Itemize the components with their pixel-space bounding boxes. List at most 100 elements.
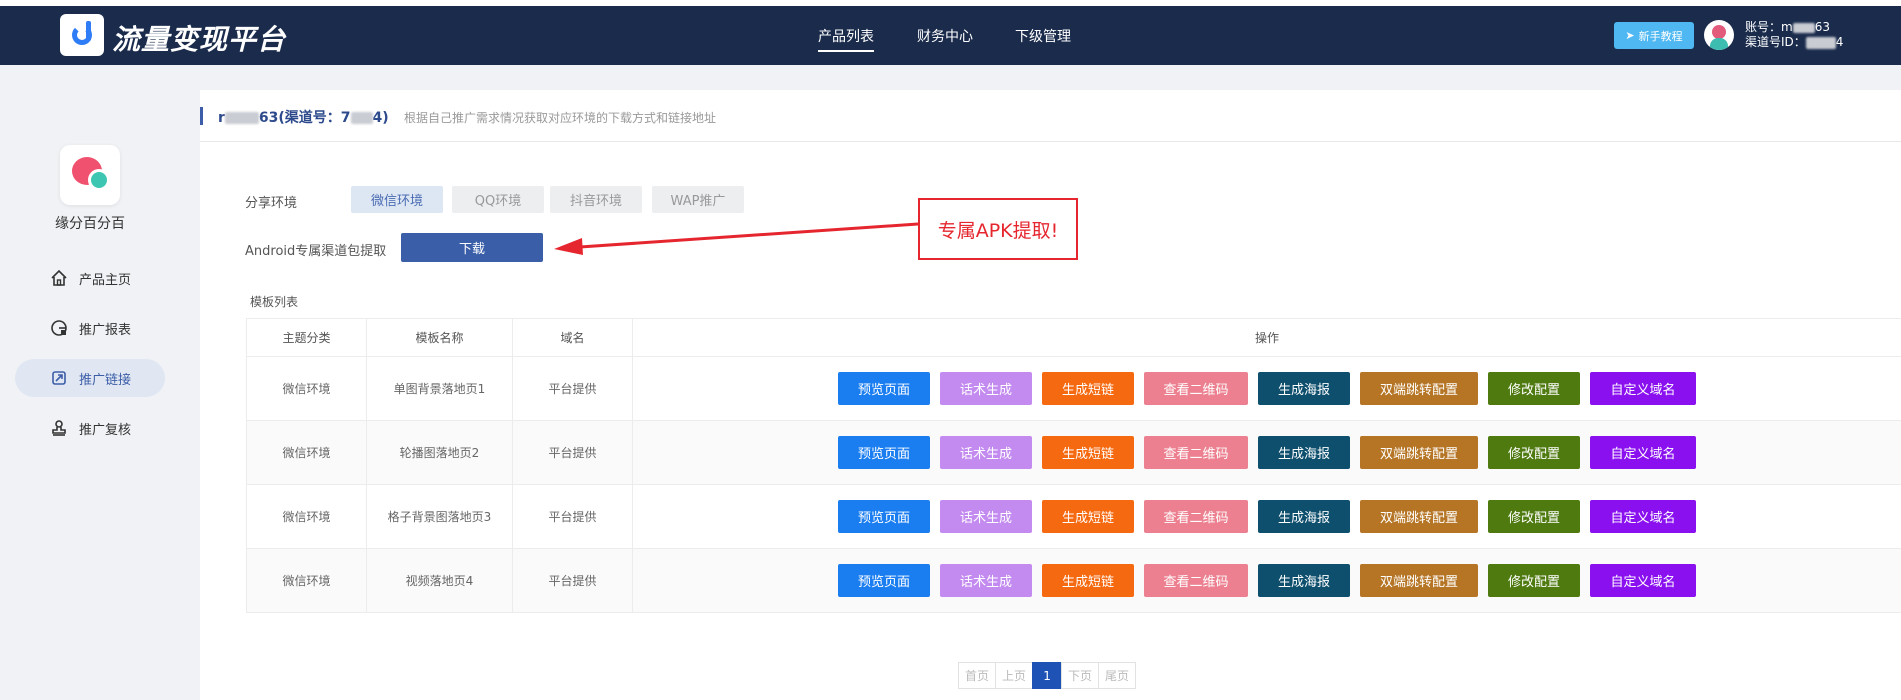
dual-jump-config-button[interactable]: 双端跳转配置 — [1360, 500, 1478, 533]
preview-page-button[interactable]: 预览页面 — [838, 564, 930, 597]
android-package-label: Android专属渠道包提取 — [245, 244, 387, 259]
table-row: 微信环境 格子背景图落地页3 平台提供 预览页面 话术生成 生成短链 查看二维码 生成海报 双端… — [246, 484, 1901, 549]
cell-domain: 平台提供 — [512, 548, 633, 613]
preview-page-button[interactable]: 预览页面 — [838, 372, 930, 405]
main-panel: r 63(渠道号：7 4) 根据自己推广需求情况获取对应环境的下载方式和链接地址 分… — [200, 90, 1901, 700]
cell-template-name: 单图背景落地页1 — [366, 356, 513, 421]
avatar[interactable] — [1704, 20, 1734, 50]
account-info: 账号：m 63 渠道号ID： 4 — [1745, 20, 1843, 50]
channel-label: 渠道号ID： — [1745, 35, 1806, 49]
poster-button[interactable]: 生成海报 — [1258, 372, 1350, 405]
page-first[interactable]: 首页 — [958, 662, 997, 689]
tab-wechat-env[interactable]: 微信环境 — [351, 186, 443, 213]
short-link-button[interactable]: 生成短链 — [1042, 372, 1134, 405]
script-generate-button[interactable]: 话术生成 — [940, 372, 1032, 405]
sidebar-item-product-home[interactable]: 产品主页 — [15, 259, 165, 297]
account-suffix: 63 — [1814, 20, 1830, 34]
short-link-button[interactable]: 生成短链 — [1042, 436, 1134, 469]
page-last[interactable]: 尾页 — [1098, 662, 1137, 689]
masked-channel — [1805, 36, 1836, 49]
masked-name — [224, 112, 259, 124]
table-header-row: 主题分类 模板名称 域名 操作 — [246, 318, 1901, 357]
dual-jump-config-button[interactable]: 双端跳转配置 — [1360, 564, 1478, 597]
title-prefix: r — [218, 110, 225, 126]
table-row: 微信环境 单图背景落地页1 平台提供 预览页面 话术生成 生成短链 查看二维码 生成海报 双端跳… — [246, 356, 1901, 421]
edit-config-button[interactable]: 修改配置 — [1488, 564, 1580, 597]
tab-wap-promo[interactable]: WAP推广 — [652, 186, 744, 213]
cell-actions: 预览页面 话术生成 生成短链 查看二维码 生成海报 双端跳转配置 修改配置 自定义域名 — [632, 548, 1901, 613]
tab-qq-env[interactable]: QQ环境 — [452, 186, 544, 213]
qr-code-button[interactable]: 查看二维码 — [1144, 372, 1248, 405]
title-mid: 63(渠道号：7 — [258, 110, 351, 126]
page-description: 根据自己推广需求情况获取对应环境的下载方式和链接地址 — [404, 111, 717, 125]
cell-actions: 预览页面 话术生成 生成短链 查看二维码 生成海报 双端跳转配置 修改配置 自定义域名 — [632, 420, 1901, 485]
qr-code-button[interactable]: 查看二维码 — [1144, 436, 1248, 469]
custom-domain-button[interactable]: 自定义域名 — [1590, 564, 1696, 597]
dual-jump-config-button[interactable]: 双端跳转配置 — [1360, 372, 1478, 405]
table-row: 微信环境 视频落地页4 平台提供 预览页面 话术生成 生成短链 查看二维码 生成海报 双端跳转配… — [246, 548, 1901, 613]
report-icon — [49, 318, 69, 338]
cell-actions: 预览页面 话术生成 生成短链 查看二维码 生成海报 双端跳转配置 修改配置 自定义域名 — [632, 484, 1901, 549]
poster-button[interactable]: 生成海报 — [1258, 564, 1350, 597]
app-logo[interactable] — [60, 14, 104, 56]
page-current[interactable]: 1 — [1032, 662, 1063, 689]
qr-code-button[interactable]: 查看二维码 — [1144, 564, 1248, 597]
cell-domain: 平台提供 — [512, 484, 633, 549]
channel-suffix: 4 — [1835, 35, 1844, 49]
short-link-button[interactable]: 生成短链 — [1042, 564, 1134, 597]
tab-douyin-env[interactable]: 抖音环境 — [550, 186, 642, 213]
cell-template-name: 轮播图落地页2 — [366, 420, 513, 485]
table-row: 微信环境 轮播图落地页2 平台提供 预览页面 话术生成 生成短链 查看二维码 生成海报 双端跳转… — [246, 420, 1901, 485]
preview-page-button[interactable]: 预览页面 — [838, 500, 930, 533]
sidebar-item-label: 产品主页 — [79, 272, 132, 288]
tutorial-button[interactable]: ➤ 新手教程 — [1614, 22, 1694, 49]
send-icon: ➤ — [1625, 29, 1635, 42]
custom-domain-button[interactable]: 自定义域名 — [1590, 372, 1696, 405]
title-suffix: 4) — [372, 110, 389, 126]
sidebar: 缘分百分百 产品主页 推广报表 推广链接 推广复核 — [0, 70, 200, 700]
page-title: r 63(渠道号：7 4) — [218, 107, 389, 127]
script-generate-button[interactable]: 话术生成 — [940, 436, 1032, 469]
preview-page-button[interactable]: 预览页面 — [838, 436, 930, 469]
poster-button[interactable]: 生成海报 — [1258, 500, 1350, 533]
nav-product-list[interactable]: 产品列表 — [818, 26, 874, 52]
download-button[interactable]: 下载 — [401, 233, 543, 262]
cell-category: 微信环境 — [246, 484, 367, 549]
sidebar-item-promo-link[interactable]: 推广链接 — [15, 359, 165, 397]
masked-account — [1792, 22, 1815, 33]
edit-config-button[interactable]: 修改配置 — [1488, 436, 1580, 469]
sidebar-item-label: 推广链接 — [79, 372, 132, 388]
cell-category: 微信环境 — [246, 548, 367, 613]
dual-jump-config-button[interactable]: 双端跳转配置 — [1360, 436, 1478, 469]
annotation-box: 专属APK提取! — [918, 198, 1078, 260]
edit-config-button[interactable]: 修改配置 — [1488, 372, 1580, 405]
custom-domain-button[interactable]: 自定义域名 — [1590, 500, 1696, 533]
edit-config-button[interactable]: 修改配置 — [1488, 500, 1580, 533]
col-actions: 操作 — [632, 318, 1901, 357]
short-link-button[interactable]: 生成短链 — [1042, 500, 1134, 533]
action-buttons: 预览页面 话术生成 生成短链 查看二维码 生成海报 双端跳转配置 修改配置 自定义域名 — [633, 372, 1901, 405]
sidebar-item-report[interactable]: 推广报表 — [15, 309, 165, 347]
sidebar-item-label: 推广报表 — [79, 322, 132, 338]
cell-domain: 平台提供 — [512, 420, 633, 485]
masked-channel-id — [350, 112, 373, 124]
nav-finance-center[interactable]: 财务中心 — [917, 26, 973, 46]
template-list-title: 模板列表 — [250, 295, 299, 309]
nav-sub-management[interactable]: 下级管理 — [1015, 26, 1071, 46]
pagination: 首页 上页 1 下页 尾页 — [958, 662, 1137, 689]
col-template-name: 模板名称 — [366, 318, 513, 357]
custom-domain-button[interactable]: 自定义域名 — [1590, 436, 1696, 469]
poster-button[interactable]: 生成海报 — [1258, 436, 1350, 469]
script-generate-button[interactable]: 话术生成 — [940, 564, 1032, 597]
sidebar-item-review[interactable]: 推广复核 — [15, 409, 165, 447]
script-generate-button[interactable]: 话术生成 — [940, 500, 1032, 533]
title-marker — [200, 107, 203, 125]
qr-code-button[interactable]: 查看二维码 — [1144, 500, 1248, 533]
annotation-arrow — [554, 222, 919, 255]
page-next[interactable]: 下页 — [1061, 662, 1100, 689]
cell-template-name: 视频落地页4 — [366, 548, 513, 613]
share-env-label: 分享环境 — [245, 196, 298, 211]
app-icon — [60, 145, 120, 205]
link-icon — [49, 368, 69, 388]
page-prev[interactable]: 上页 — [995, 662, 1034, 689]
